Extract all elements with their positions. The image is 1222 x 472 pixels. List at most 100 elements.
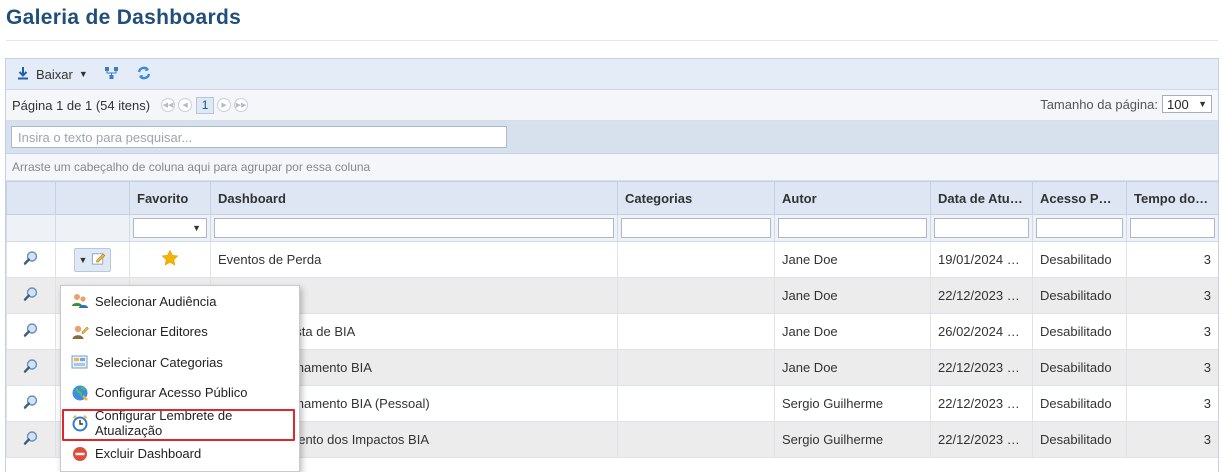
menu-item-users[interactable]: Selecionar Audiência: [61, 286, 299, 317]
group-panel[interactable]: Arraste um cabeçalho de coluna aqui para…: [6, 154, 1218, 181]
globe-icon: [71, 384, 89, 402]
menu-item-label: Configurar Lembrete de Atualização: [95, 408, 233, 439]
dashboard-filter-input[interactable]: [214, 218, 614, 238]
editors-icon: [71, 323, 89, 341]
page-size-value: 100: [1167, 96, 1189, 112]
menu-item-label: Configurar Acesso Público: [95, 385, 248, 401]
view-dashboard-icon[interactable]: [23, 287, 39, 305]
categories-cell: [617, 421, 775, 458]
title-divider: [6, 40, 1218, 41]
last-page-icon[interactable]: ▶▶: [234, 98, 249, 112]
view-dashboard-icon[interactable]: [23, 323, 39, 341]
hierarchy-icon: [104, 66, 120, 83]
col-header-categories[interactable]: Categorias: [617, 181, 775, 215]
alarm-clock-icon: [71, 414, 89, 432]
updated-cell: 22/12/2023 1…: [930, 349, 1033, 386]
col-header-favorite[interactable]: Favorito: [129, 181, 211, 215]
author-cell: Jane Doe: [774, 313, 931, 350]
first-page-icon[interactable]: ◀◀: [161, 98, 176, 112]
public-access-cell: Desabilitado: [1032, 421, 1127, 458]
categories-cell: [617, 241, 775, 278]
categories-icon: [71, 353, 89, 371]
updated-filter-input[interactable]: [934, 218, 1029, 238]
grid-toolbar: Baixar ▼: [6, 59, 1218, 90]
author-cell: Sergio Guilherme: [774, 385, 931, 422]
header-row: Favorito Dashboard Categorias Autor Data…: [6, 181, 1218, 215]
filter-row: ▼: [6, 214, 1218, 242]
col-header-time[interactable]: Tempo do…: [1126, 181, 1218, 215]
time-cell: 3: [1126, 385, 1218, 422]
public-access-cell: Desabilitado: [1032, 313, 1127, 350]
updated-cell: 19/01/2024 1…: [930, 241, 1033, 278]
pager: Página 1 de 1 (54 itens) ◀◀ ◀ 1 ▶ ▶▶ Tam…: [6, 90, 1218, 121]
favorite-star-icon[interactable]: [161, 249, 179, 270]
chevron-down-icon: ▼: [1198, 99, 1207, 109]
chevron-down-icon: ▼: [78, 69, 88, 79]
delete-icon: [71, 445, 89, 463]
categories-cell: [617, 349, 775, 386]
group-panel-hint: Arraste um cabeçalho de coluna aqui para…: [12, 160, 371, 174]
view-dashboard-icon[interactable]: [23, 359, 39, 377]
public-access-cell: Desabilitado: [1032, 241, 1127, 278]
refresh-icon: [136, 65, 152, 84]
download-button[interactable]: Baixar ▼: [16, 66, 88, 83]
table-row[interactable]: ▼ Eventos de Perda Jane Doe 19/01/2024 1… De…: [6, 241, 1218, 278]
time-filter-input[interactable]: [1130, 218, 1215, 238]
page-size-select[interactable]: 100 ▼: [1162, 95, 1212, 113]
author-cell: Jane Doe: [774, 349, 931, 386]
time-cell: 3: [1126, 277, 1218, 314]
updated-cell: 22/12/2023 1…: [930, 421, 1033, 458]
col-header-view: [6, 181, 56, 215]
menu-item-alarm-clock[interactable]: Configurar Lembrete de Atualização: [61, 408, 299, 440]
time-cell: 3: [1126, 349, 1218, 386]
refresh-button[interactable]: [136, 65, 152, 84]
author-filter-input[interactable]: [778, 218, 927, 238]
public-access-cell: Desabilitado: [1032, 277, 1127, 314]
col-header-author[interactable]: Autor: [774, 181, 931, 215]
public-access-cell: Desabilitado: [1032, 349, 1127, 386]
chevron-down-icon: ▼: [78, 254, 88, 265]
dashboard-cell: Eventos de Perda: [210, 241, 618, 278]
menu-item-label: Selecionar Categorias: [95, 354, 223, 370]
time-cell: 3: [1126, 241, 1218, 278]
next-page-icon[interactable]: ▶: [217, 98, 232, 112]
search-bar: [6, 121, 1218, 154]
download-icon: [16, 66, 30, 83]
col-header-public-access[interactable]: Acesso P…: [1032, 181, 1127, 215]
page-size: Tamanho da página: 100 ▼: [1040, 95, 1212, 113]
page-size-label: Tamanho da página:: [1040, 96, 1158, 112]
public-access-filter-input[interactable]: [1036, 218, 1123, 238]
menu-item-editors[interactable]: Selecionar Editores: [61, 317, 299, 348]
categories-filter-input[interactable]: [621, 218, 771, 238]
author-cell: Sergio Guilherme: [774, 421, 931, 458]
menu-item-label: Selecionar Editores: [95, 324, 208, 340]
view-dashboard-icon[interactable]: [23, 431, 39, 449]
col-header-actions: [55, 181, 130, 215]
view-dashboard-icon[interactable]: [23, 395, 39, 413]
favorite-filter-select[interactable]: ▼: [133, 218, 207, 238]
menu-item-delete[interactable]: Excluir Dashboard: [61, 439, 299, 470]
row-actions-button[interactable]: ▼: [73, 247, 112, 272]
categories-cell: [617, 313, 775, 350]
current-page[interactable]: 1: [196, 96, 215, 114]
menu-item-label: Excluir Dashboard: [95, 446, 202, 462]
menu-item-categories[interactable]: Selecionar Categorias: [61, 347, 299, 378]
prev-page-icon[interactable]: ◀: [178, 98, 193, 112]
hierarchy-button[interactable]: [104, 66, 120, 83]
dashboard-context-menu: Selecionar Audiência Selecionar Editores S…: [60, 285, 300, 472]
updated-cell: 22/12/2023 1…: [930, 385, 1033, 422]
col-header-dashboard[interactable]: Dashboard: [210, 181, 618, 215]
edit-icon: [91, 251, 106, 269]
menu-item-globe[interactable]: Configurar Acesso Público: [61, 378, 299, 409]
page-title: Galeria de Dashboards: [6, 6, 242, 29]
pager-summary: Página 1 de 1 (54 itens): [12, 97, 151, 113]
col-header-updated[interactable]: Data de Atu…: [930, 181, 1033, 215]
time-cell: 3: [1126, 421, 1218, 458]
author-cell: Jane Doe: [774, 241, 931, 278]
author-cell: Jane Doe: [774, 277, 931, 314]
search-input[interactable]: [11, 126, 507, 148]
view-dashboard-icon[interactable]: [23, 251, 39, 269]
categories-cell: [617, 277, 775, 314]
categories-cell: [617, 385, 775, 422]
chevron-down-icon: ▼: [192, 223, 201, 233]
